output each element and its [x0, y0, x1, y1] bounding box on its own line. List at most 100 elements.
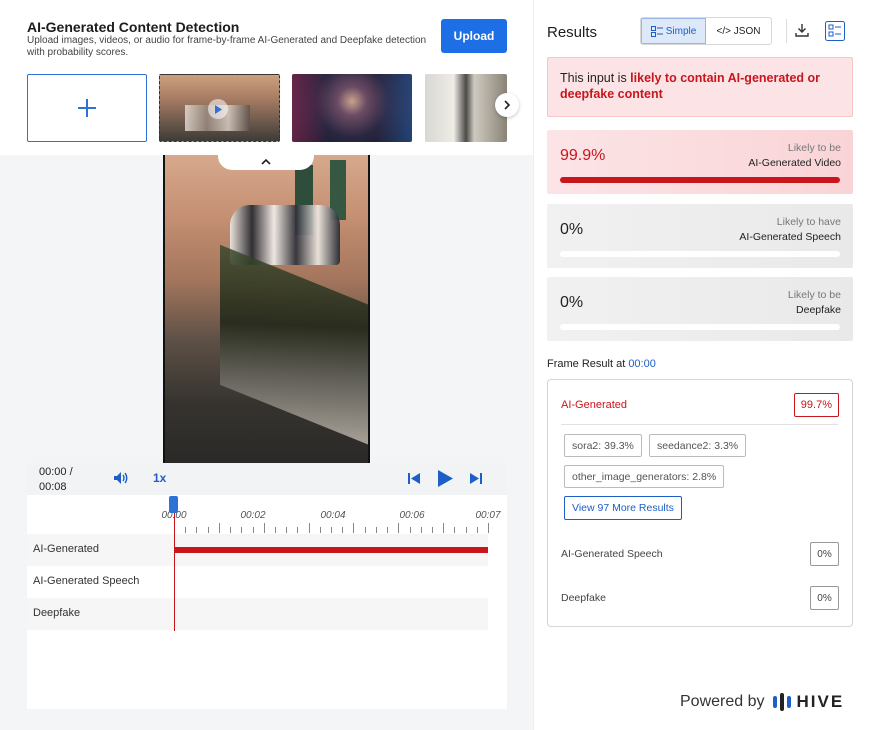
score-bar-fill: [560, 177, 840, 183]
ruler-tick: [488, 523, 489, 533]
ruler-tick: [241, 527, 242, 533]
results-panel: Results Simple </> JSON This input is li…: [533, 0, 871, 730]
layout-icon[interactable]: [825, 21, 845, 41]
ruler-tick: [297, 527, 298, 533]
playback-speed-button[interactable]: 1x: [153, 471, 166, 485]
powered-by: Powered by HIVE: [680, 692, 844, 712]
score-bar-track: [560, 324, 840, 330]
verdict-prefix: This input is: [560, 71, 631, 85]
results-title: Results: [547, 24, 598, 41]
frame-heading-label: Frame Result at: [547, 358, 629, 370]
score-card-ai-video: 99.9% Likely to be AI-Generated Video: [547, 130, 853, 194]
frame-ai-value: 99.7%: [793, 393, 839, 417]
toggle-json-label: </> JSON: [716, 25, 761, 37]
ruler-tick: [454, 527, 455, 533]
ruler-tick: [219, 523, 220, 533]
track-label: AI-Generated Speech: [33, 575, 140, 587]
frame-speech-label: AI-Generated Speech: [561, 548, 663, 560]
frame-deepfake-label: Deepfake: [561, 592, 606, 604]
view-more-results-button[interactable]: View 97 More Results: [564, 496, 682, 520]
page-subtitle: Upload images, videos, or audio for fram…: [27, 35, 427, 58]
divider: [561, 424, 838, 425]
duration: 00:08: [39, 481, 67, 493]
skip-back-icon[interactable]: [407, 472, 421, 485]
ruler-tick: [421, 527, 422, 533]
download-icon[interactable]: [795, 23, 809, 37]
frame-ai-label: AI-Generated: [561, 399, 628, 411]
track-label: AI-Generated: [33, 543, 100, 555]
ruler-tick: [353, 523, 354, 533]
frame-result-box: AI-Generated 99.7% sora2: 39.3% seedance…: [547, 379, 853, 627]
toggle-simple-label: Simple: [665, 25, 697, 37]
ruler-tick: [432, 527, 433, 533]
ruler-label: 00:02: [240, 510, 266, 521]
score-percent: 99.9%: [560, 147, 606, 164]
skip-forward-icon[interactable]: [469, 472, 483, 485]
ruler-label: 00:04: [320, 510, 346, 521]
track-ai-generated: AI-Generated: [27, 534, 488, 566]
play-button[interactable]: [436, 469, 454, 488]
score-card-deepfake: 0% Likely to be Deepfake: [547, 277, 853, 341]
ruler-tick: [264, 523, 265, 533]
powered-by-label: Powered by: [680, 693, 765, 710]
score-percent: 0%: [560, 294, 584, 311]
upload-button[interactable]: Upload: [441, 19, 507, 53]
media-thumbnail-image[interactable]: [292, 74, 412, 142]
collapse-gallery-button[interactable]: [218, 152, 314, 170]
track-label: Deepfake: [33, 607, 81, 619]
ruler-tick: [331, 527, 332, 533]
video-preview[interactable]: [163, 155, 370, 465]
frame-time[interactable]: 00:00: [628, 358, 656, 370]
media-thumbnail-video[interactable]: [159, 74, 280, 142]
timeline-player: 00:00 / 00:08 1x 00:00 00:02 00:04: [27, 463, 507, 709]
generator-chip[interactable]: sora2: 39.3%: [564, 434, 642, 457]
view-toggle: Simple </> JSON: [640, 17, 772, 45]
ruler-tick: [230, 527, 231, 533]
ruler-tick: [208, 527, 209, 533]
generator-chip[interactable]: other_image_generators: 2.8%: [564, 465, 725, 488]
ruler-tick: [185, 527, 186, 533]
track-deepfake: Deepfake: [27, 598, 488, 630]
verdict-banner: This input is likely to contain AI-gener…: [547, 57, 853, 117]
generator-chip[interactable]: seedance2: 3.3%: [649, 434, 747, 457]
player-controls: 00:00 / 00:08 1x: [27, 463, 507, 495]
ruler-tick: [466, 527, 467, 533]
score-percent: 0%: [560, 221, 584, 238]
hive-logo-icon: [772, 693, 791, 711]
chevron-up-icon: [261, 158, 271, 165]
divider: [786, 19, 787, 43]
current-time: 00:00 /: [39, 466, 73, 478]
ruler-tick: [387, 527, 388, 533]
plus-icon: [78, 99, 96, 117]
hive-logo-text: HIVE: [796, 692, 845, 711]
frame-speech-value: 0%: [810, 542, 839, 566]
toggle-json[interactable]: </> JSON: [706, 18, 771, 44]
frame-result-heading: Frame Result at 00:00: [547, 358, 656, 370]
track-ai-generated-speech: AI-Generated Speech: [27, 566, 488, 598]
ruler-tick: [286, 527, 287, 533]
track-bar: [174, 547, 488, 553]
timeline-ruler[interactable]: 00:00 00:02 00:04 00:06 00:07: [27, 498, 507, 538]
score-caption: Likely to be: [787, 289, 841, 301]
play-icon: [208, 99, 228, 119]
ruler-tick: [196, 527, 197, 533]
score-card-ai-speech: 0% Likely to have AI-Generated Speech: [547, 204, 853, 268]
ruler-tick: [253, 527, 254, 533]
left-panel: AI-Generated Content Detection Upload im…: [0, 0, 533, 730]
upload-card: AI-Generated Content Detection Upload im…: [0, 0, 533, 155]
ruler-tick: [365, 527, 366, 533]
add-media-tile[interactable]: [27, 74, 147, 142]
volume-icon[interactable]: [113, 471, 129, 485]
ruler-tick: [398, 523, 399, 533]
chevron-right-icon[interactable]: [495, 93, 519, 117]
scrubber-handle[interactable]: [169, 496, 178, 513]
ruler-tick: [410, 527, 411, 533]
hive-logo[interactable]: HIVE: [772, 692, 845, 712]
list-icon: [650, 25, 663, 37]
ruler-tick: [275, 527, 276, 533]
score-category: AI-Generated Speech: [739, 231, 841, 243]
toggle-simple[interactable]: Simple: [641, 18, 707, 44]
score-caption: Likely to be: [787, 142, 841, 154]
playhead: [174, 513, 175, 631]
video-scene: [220, 244, 368, 446]
